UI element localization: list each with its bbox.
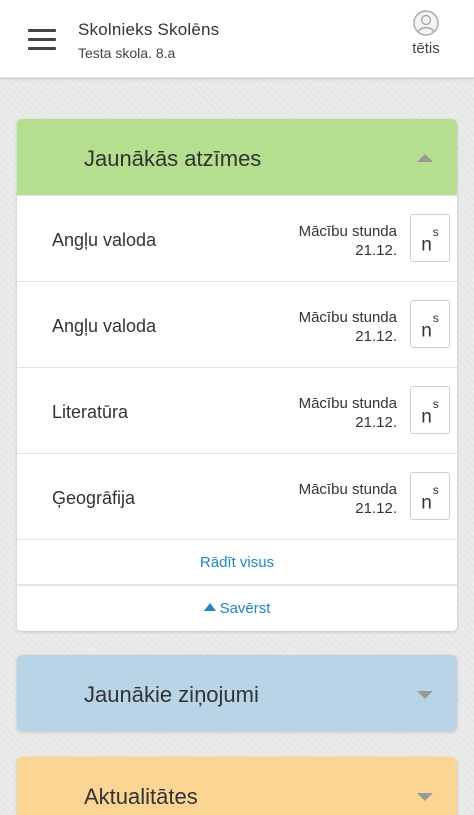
grade-badge[interactable]: ns: [410, 214, 450, 262]
grade-meta: Mācību stunda 21.12.: [299, 394, 397, 432]
triangle-up-icon: [203, 603, 216, 612]
grade-meta: Mācību stunda 21.12.: [299, 308, 397, 346]
grades-card: Jaunākās atzīmes Angļu valoda Mācību stu…: [17, 119, 457, 631]
news-card-header[interactable]: Aktualitātes: [17, 757, 457, 815]
lesson-type: Mācību stunda: [298, 395, 397, 412]
collapse-label: Savērst: [219, 600, 271, 617]
messages-card-header[interactable]: Jaunākie ziņojumi: [17, 655, 457, 731]
grade-date: 21.12.: [355, 414, 397, 431]
grade-date: 21.12.: [355, 500, 397, 517]
lesson-type: Mācību stunda: [298, 481, 397, 498]
user-name: Skolnieks Skolēns: [78, 20, 220, 39]
grades-card-header[interactable]: Jaunākās atzīmes: [17, 119, 457, 195]
news-card-title: Aktualitātes: [84, 784, 198, 809]
grade-superscript: s: [432, 311, 439, 325]
lesson-type: Mācību stunda: [298, 309, 397, 326]
school-class: Testa skola. 8.a: [78, 45, 176, 61]
grade-superscript: s: [432, 483, 439, 497]
list-item[interactable]: Literatūra Mācību stunda 21.12. ns: [17, 367, 457, 453]
subject-name: Literatūra: [52, 402, 129, 422]
grade-date: 21.12.: [355, 242, 397, 259]
grade-superscript: s: [432, 397, 439, 411]
grades-list: Angļu valoda Mācību stunda 21.12. ns Ang…: [17, 195, 457, 631]
grade-superscript: s: [432, 225, 439, 239]
list-item[interactable]: Ģeogrāfija Mācību stunda 21.12. ns: [17, 453, 457, 539]
lesson-type: Mācību stunda: [298, 223, 397, 240]
grade-date: 21.12.: [355, 328, 397, 345]
top-bar: Skolnieks Skolēns Testa skola. 8.a tētis: [0, 0, 474, 78]
messages-card: Jaunākie ziņojumi: [17, 655, 457, 731]
user-avatar-icon: [413, 10, 439, 36]
grade-badge[interactable]: ns: [410, 386, 450, 434]
chevron-down-icon[interactable]: [417, 691, 433, 699]
grade-badge[interactable]: ns: [410, 472, 450, 520]
profile-button[interactable]: tētis: [406, 10, 446, 68]
grade-value: n: [421, 320, 432, 342]
grade-value: n: [421, 492, 432, 514]
profile-label: tētis: [412, 40, 440, 57]
grade-value: n: [421, 406, 432, 428]
grade-meta: Mācību stunda 21.12.: [299, 222, 397, 260]
list-item[interactable]: Angļu valoda Mācību stunda 21.12. ns: [17, 281, 457, 367]
subject-name: Angļu valoda: [52, 230, 157, 250]
collapse-button[interactable]: Savērst: [17, 584, 457, 631]
grade-meta: Mācību stunda 21.12.: [299, 480, 397, 518]
menu-icon[interactable]: [28, 29, 56, 51]
chevron-up-icon[interactable]: [417, 154, 433, 162]
list-item[interactable]: Angļu valoda Mācību stunda 21.12. ns: [17, 195, 457, 281]
subject-name: Ģeogrāfija: [52, 488, 136, 508]
messages-card-title: Jaunākie ziņojumi: [84, 682, 259, 707]
grade-value: n: [421, 234, 432, 256]
chevron-down-icon[interactable]: [417, 793, 433, 801]
show-all-link[interactable]: Rādīt visus: [17, 539, 457, 584]
grade-badge[interactable]: ns: [410, 300, 450, 348]
news-card: Aktualitātes: [17, 757, 457, 815]
grades-card-title: Jaunākās atzīmes: [84, 146, 262, 171]
subject-name: Angļu valoda: [52, 316, 157, 336]
